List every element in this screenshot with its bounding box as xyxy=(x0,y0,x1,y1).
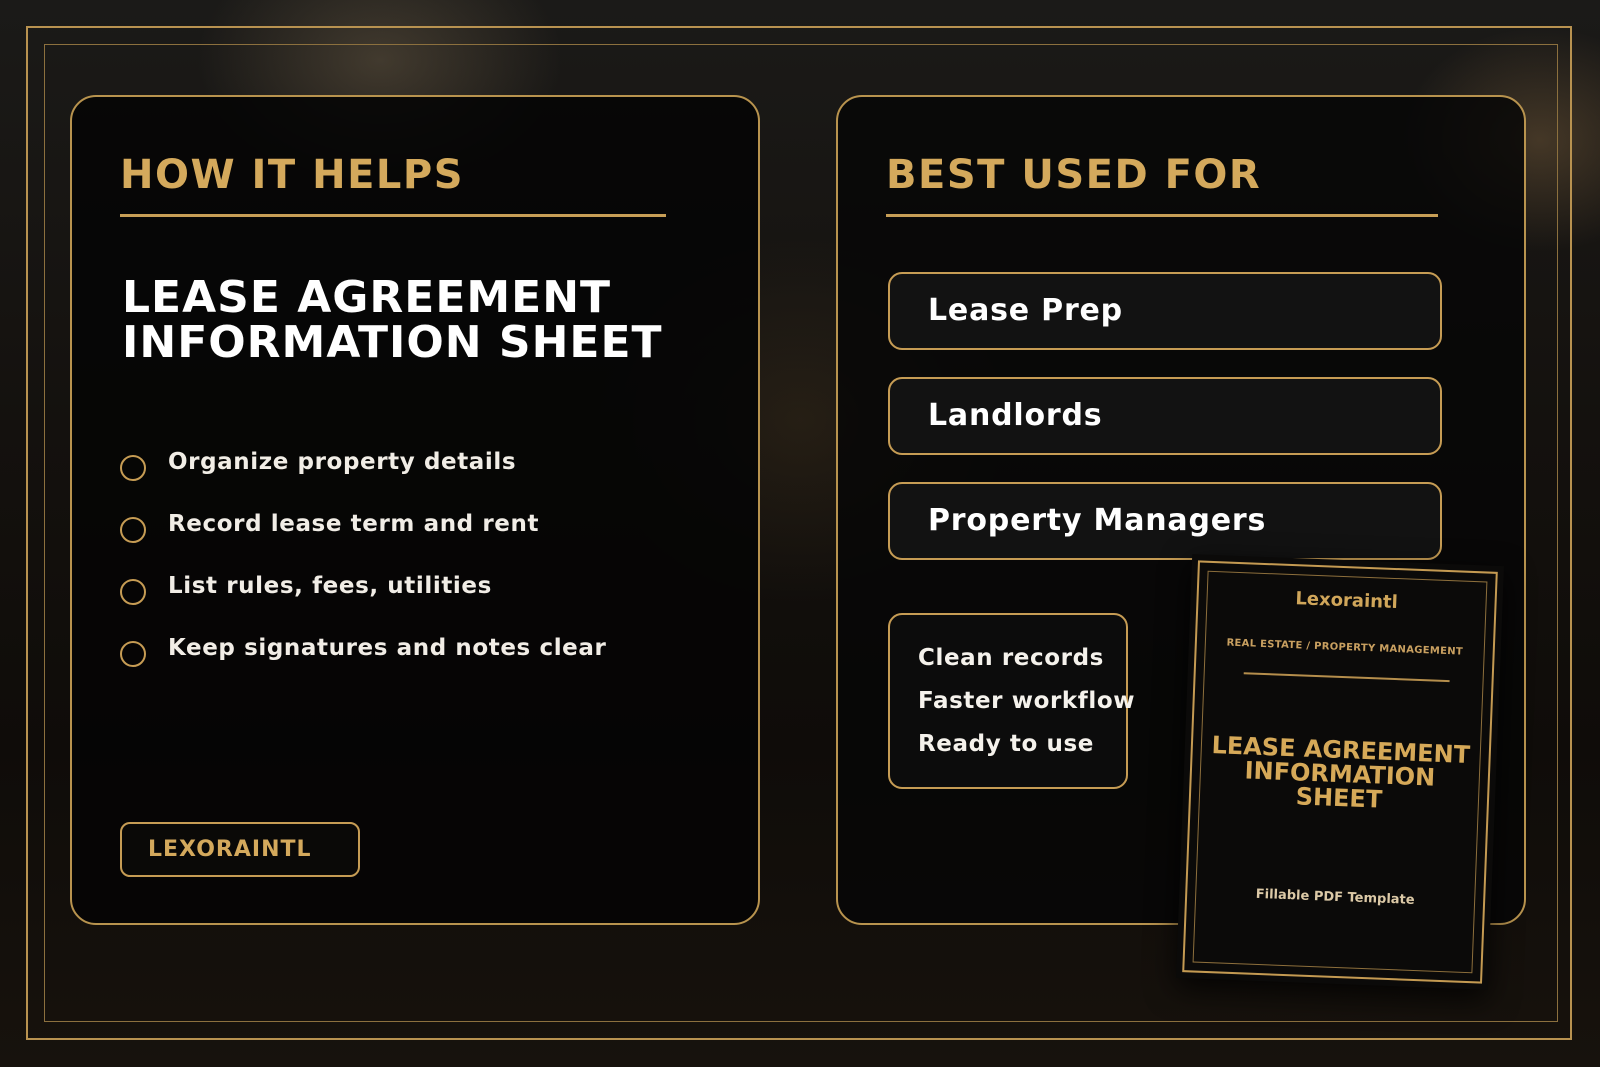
document-title: LEASE AGREEMENT INFORMATION SHEET xyxy=(122,275,663,365)
document-title-line-1: LEASE AGREEMENT xyxy=(122,272,612,323)
best-used-for-heading: BEST USED FOR xyxy=(886,152,1262,198)
use-case-property-managers: Property Managers xyxy=(888,482,1442,560)
how-it-helps-panel: HOW IT HELPS LEASE AGREEMENT INFORMATION… xyxy=(70,95,760,925)
benefit-list: Organize property details Record lease t… xyxy=(120,449,606,697)
feature-box: Clean records Faster workflow Ready to u… xyxy=(888,613,1135,789)
circle-bullet-icon xyxy=(120,641,146,667)
feature-item: Faster workflow xyxy=(918,688,1136,714)
benefit-item: List rules, fees, utilities xyxy=(120,573,606,635)
document-title-line-2: INFORMATION SHEET xyxy=(122,317,663,368)
use-case-lease-prep: Lease Prep xyxy=(888,272,1442,350)
benefit-item: Organize property details xyxy=(120,449,606,511)
benefit-text: List rules, fees, utilities xyxy=(168,573,492,599)
benefit-text: Organize property details xyxy=(168,449,517,475)
benefit-text: Record lease term and rent xyxy=(168,511,540,537)
use-case-landlords: Landlords xyxy=(888,377,1442,455)
heading-divider xyxy=(886,214,1438,217)
how-it-helps-heading: HOW IT HELPS xyxy=(120,152,465,198)
feature-item: Ready to use xyxy=(918,731,1094,757)
brand-badge: LEXORAINTL xyxy=(120,822,360,877)
heading-divider xyxy=(120,214,666,217)
document-cover-preview: Lexoraintl REAL ESTATE / PROPERTY MANAGE… xyxy=(1175,554,1505,990)
benefit-item: Record lease term and rent xyxy=(120,511,606,573)
cover-title: LEASE AGREEMENT INFORMATION SHEET xyxy=(1183,731,1498,816)
benefit-item: Keep signatures and notes clear xyxy=(120,635,606,697)
benefit-text: Keep signatures and notes clear xyxy=(168,635,607,661)
circle-bullet-icon xyxy=(120,517,146,543)
feature-item: Clean records xyxy=(918,645,1104,671)
circle-bullet-icon xyxy=(120,455,146,481)
circle-bullet-icon xyxy=(120,579,146,605)
